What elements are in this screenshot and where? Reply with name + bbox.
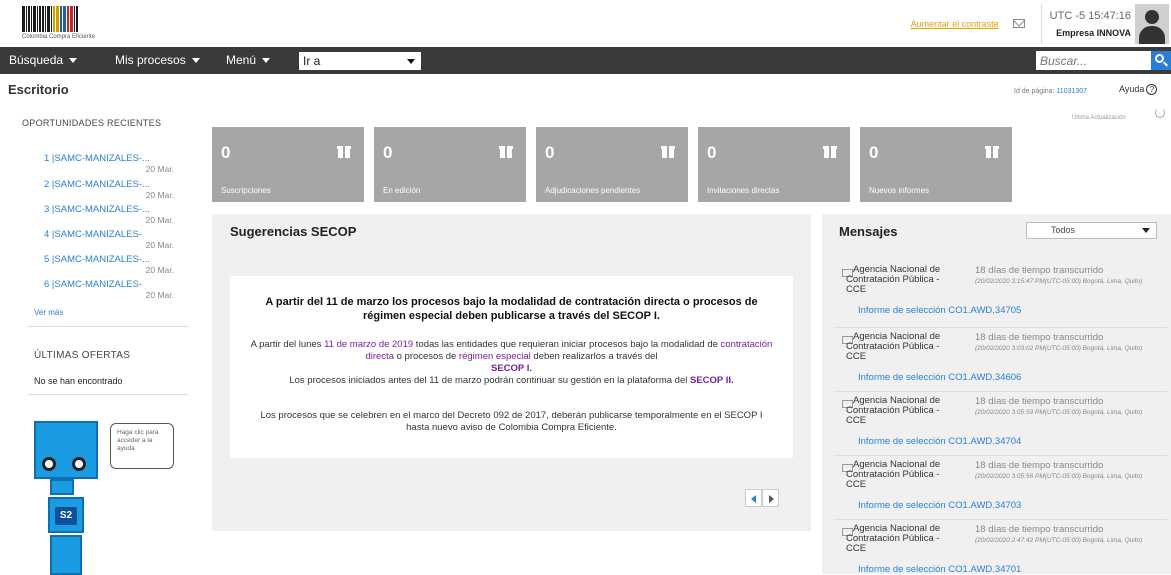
message-item[interactable]: Agencia Nacional de Contratación Pública… <box>842 265 1167 329</box>
opportunities-title: OPORTUNIDADES RECIENTES <box>22 118 162 128</box>
tile-adjudicaciones[interactable]: 0 Adjudicaciones pendientes <box>536 127 688 202</box>
latest-offers-title: ÚLTIMAS OFERTAS <box>34 350 131 361</box>
search-input[interactable] <box>1036 51 1151 70</box>
divider <box>28 326 188 327</box>
latest-offers-empty: No se han encontrado <box>34 376 123 386</box>
opportunity-item[interactable]: 4 |SAMC-MANIZALES- 20 Mar. <box>44 229 194 250</box>
tile-suscripciones[interactable]: 0 Suscripciones <box>212 127 364 202</box>
help-bubble[interactable]: Haga clic para acceder a la ayuda <box>110 423 174 469</box>
nav-busqueda[interactable]: Búsqueda <box>9 47 78 74</box>
chevron-down-icon <box>69 58 78 64</box>
suggestion-headline: A partir del 11 de marzo los procesos ba… <box>265 296 758 322</box>
chevron-down-icon <box>1142 228 1150 233</box>
suggestion-paragraph: Los procesos que se celebren en el marco… <box>260 410 763 433</box>
help-circle-icon: ? <box>1146 84 1158 95</box>
gift-icon <box>985 145 999 158</box>
suggestion-pager <box>745 489 779 507</box>
suggestion-paragraph: A partir del lunes 11 de marzo de 2019 t… <box>250 339 773 386</box>
top-bar: Colombia Compra Eficiente Aumentar el co… <box>0 0 1171 47</box>
messages-filter[interactable]: Todos <box>1026 222 1157 239</box>
logo-caption: Colombia Compra Eficiente <box>22 34 96 40</box>
colombia-compra-logo[interactable]: Colombia Compra Eficiente <box>22 6 118 42</box>
robot-badge: S2 <box>55 507 77 525</box>
user-info: UTC -5 15:47:16 Empresa INNOVA <box>1040 3 1131 44</box>
search-button[interactable] <box>1151 51 1171 70</box>
next-button[interactable] <box>762 489 779 507</box>
company-name[interactable]: Empresa INNOVA <box>1050 28 1131 38</box>
nav-mis-procesos[interactable]: Mis procesos <box>115 47 200 74</box>
suggestion-card: A partir del 11 de marzo los procesos ba… <box>230 276 793 458</box>
chevron-down-icon <box>262 58 271 64</box>
opportunity-item[interactable]: 1 |SAMC-MANIZALES-... 20 Mar. <box>44 153 194 174</box>
utc-clock: UTC -5 15:47:16 <box>1049 9 1131 22</box>
robot-icon <box>34 421 98 479</box>
logo-barcode-icon <box>22 6 118 32</box>
avatar[interactable] <box>1135 3 1169 44</box>
refresh-icon[interactable] <box>1155 108 1165 118</box>
nav-menu[interactable]: Menú <box>226 47 271 74</box>
user-icon <box>1145 9 1159 24</box>
gift-icon <box>499 145 513 158</box>
divider <box>834 519 1167 520</box>
opportunity-item[interactable]: 2 |SAMC-MANIZALES-... 20 Mar. <box>44 179 194 200</box>
chevron-down-icon <box>407 59 415 64</box>
page-id: Id de página: 11031307 <box>1014 88 1088 95</box>
contrast-link[interactable]: Aumentar el contraste <box>911 19 999 29</box>
opportunity-item[interactable]: 3 |SAMC-MANIZALES-... 20 Mar. <box>44 204 194 225</box>
suggestions-panel: Sugerencias SECOP A partir del 11 de mar… <box>212 214 811 531</box>
divider <box>834 455 1167 456</box>
divider <box>28 394 188 395</box>
divider <box>834 327 1167 328</box>
tile-nuevos-informes[interactable]: 0 Nuevos informes <box>860 127 1012 202</box>
main-nav: Búsqueda Mis procesos Menú Ir a <box>0 47 1171 74</box>
messages-title: Mensajes <box>839 224 898 239</box>
tile-invitaciones[interactable]: 0 Invitaciones directas <box>698 127 850 202</box>
opportunity-item[interactable]: 5 |SAMC-MANIZALES-... 20 Mar. <box>44 254 194 275</box>
opportunity-item[interactable]: 6 |SAMC-MANIZALES- 20 Mar. <box>44 279 194 300</box>
suggestions-title: Sugerencias SECOP <box>230 224 357 239</box>
message-item[interactable]: Agencia Nacional de Contratación Pública… <box>842 396 1167 460</box>
message-item[interactable]: Agencia Nacional de Contratación Pública… <box>842 524 1167 574</box>
see-more-link[interactable]: Ver más <box>34 308 63 317</box>
goto-select[interactable]: Ir a <box>299 52 421 70</box>
top-right-area: Aumentar el contraste UTC -5 15:47:16 Em… <box>911 0 1171 47</box>
gift-icon <box>661 145 675 158</box>
help-link[interactable]: Ayuda? <box>1119 84 1158 95</box>
mail-icon[interactable] <box>1012 19 1025 28</box>
gift-icon <box>337 145 351 158</box>
messages-panel: Mensajes Todos Agencia Nacional de Contr… <box>822 214 1171 574</box>
message-item[interactable]: Agencia Nacional de Contratación Pública… <box>842 460 1167 524</box>
chevron-down-icon <box>191 58 200 64</box>
prev-button[interactable] <box>745 489 762 507</box>
chevron-left-icon <box>751 495 756 503</box>
divider <box>834 391 1167 392</box>
last-update-label: Última Actualización <box>1072 115 1126 121</box>
tile-en-edicion[interactable]: 0 En edición <box>374 127 526 202</box>
help-robot[interactable]: S2 Haga clic para acceder a la ayuda <box>34 417 194 575</box>
chevron-right-icon <box>769 495 774 503</box>
gift-icon <box>823 145 837 158</box>
message-item[interactable]: Agencia Nacional de Contratación Pública… <box>842 332 1167 396</box>
page-title: Escritorio <box>8 82 69 97</box>
